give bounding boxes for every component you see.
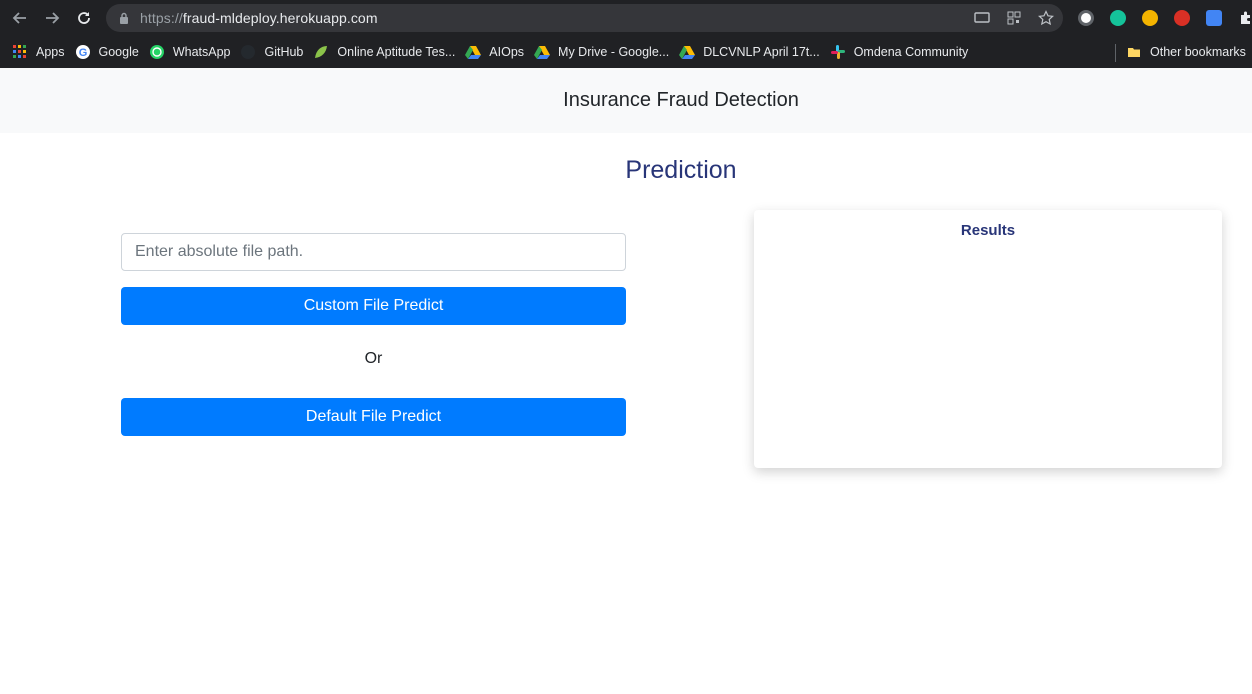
bookmark-omdena[interactable]: Omdena Community — [828, 38, 977, 66]
file-path-input[interactable] — [121, 233, 626, 271]
forward-arrow-icon[interactable] — [36, 2, 68, 34]
bookmark-whatsapp[interactable]: WhatsApp — [147, 38, 239, 66]
omnibox-actions — [973, 4, 1055, 32]
drive-icon — [465, 44, 482, 60]
puzzle-extensions-icon[interactable] — [1234, 6, 1252, 30]
back-arrow-icon[interactable] — [4, 2, 36, 34]
bookmark-label: WhatsApp — [172, 45, 231, 59]
bookmark-my-drive[interactable]: My Drive - Google... — [532, 38, 677, 66]
results-title: Results — [960, 222, 1016, 239]
record-extension-icon[interactable] — [1170, 6, 1194, 30]
translate-icon[interactable] — [1202, 6, 1226, 30]
bookmark-label: Google — [98, 45, 139, 59]
bookmark-dlcvnlp[interactable]: DLCVNLP April 17t... — [677, 38, 828, 66]
browser-chrome: https://fraud-mldeploy.herokuapp.com App… — [0, 0, 1252, 68]
bookmarks-divider — [1115, 44, 1116, 62]
prediction-form: Custom File Predict Or Default File Pred… — [121, 233, 626, 436]
results-card: Results — [754, 210, 1222, 468]
slack-icon — [830, 44, 846, 60]
or-separator: Or — [364, 350, 383, 367]
bookmark-apps[interactable]: Apps — [10, 38, 73, 66]
folder-icon — [1126, 44, 1142, 60]
owl-extension-icon[interactable] — [1138, 6, 1162, 30]
bookmark-label: DLCVNLP April 17t... — [703, 45, 820, 59]
navbar: Insurance Fraud Detection — [0, 68, 1252, 133]
bookmark-github[interactable]: GitHub — [238, 38, 311, 66]
bookmark-label: Other bookmarks — [1150, 45, 1246, 59]
url-host: fraud-mldeploy.herokuapp.com — [182, 10, 378, 26]
profile-extension-icon[interactable] — [1074, 6, 1098, 30]
navbar-brand[interactable]: Insurance Fraud Detection — [453, 89, 799, 112]
bookmark-other-folder[interactable]: Other bookmarks — [1124, 38, 1252, 66]
bookmark-online-aptitude[interactable]: Online Aptitude Tes... — [311, 38, 463, 66]
google-icon: G — [75, 44, 91, 60]
github-icon — [240, 44, 256, 60]
reload-icon[interactable] — [68, 2, 100, 34]
qr-code-icon[interactable] — [1005, 9, 1023, 27]
star-bookmark-icon[interactable] — [1037, 9, 1055, 27]
drive-icon — [679, 44, 696, 60]
bookmark-label: My Drive - Google... — [558, 45, 670, 59]
web-page: Insurance Fraud Detection Prediction Cus… — [0, 68, 1252, 694]
bookmark-label: Online Aptitude Tes... — [337, 45, 456, 59]
grammarly-icon[interactable] — [1106, 6, 1130, 30]
bookmark-label: Omdena Community — [853, 45, 969, 59]
bookmark-aiops[interactable]: AIOps — [463, 38, 532, 66]
drive-icon — [534, 44, 551, 60]
whatsapp-icon — [149, 44, 165, 60]
lock-icon — [118, 12, 130, 24]
bookmarks-bar: Apps G Google WhatsApp GitHub Online Apt… — [0, 36, 1252, 68]
url-text: https://fraud-mldeploy.herokuapp.com — [140, 10, 378, 26]
url-scheme: https:// — [140, 10, 183, 26]
browser-toolbar: https://fraud-mldeploy.herokuapp.com — [0, 0, 1252, 36]
bookmark-google[interactable]: G Google — [73, 38, 147, 66]
address-bar[interactable]: https://fraud-mldeploy.herokuapp.com — [106, 4, 1063, 32]
extension-icons — [1074, 6, 1252, 30]
default-file-predict-button[interactable]: Default File Predict — [121, 398, 626, 436]
page-title: Prediction — [625, 156, 737, 184]
bookmark-label: AIOps — [489, 45, 525, 59]
apps-grid-icon — [12, 44, 28, 60]
leaf-icon — [313, 44, 329, 60]
cast-icon[interactable] — [973, 9, 991, 27]
bookmark-label: GitHub — [264, 45, 304, 59]
svg-text:G: G — [78, 47, 87, 59]
custom-file-predict-button[interactable]: Custom File Predict — [121, 287, 626, 325]
bookmark-label: Apps — [36, 45, 65, 59]
